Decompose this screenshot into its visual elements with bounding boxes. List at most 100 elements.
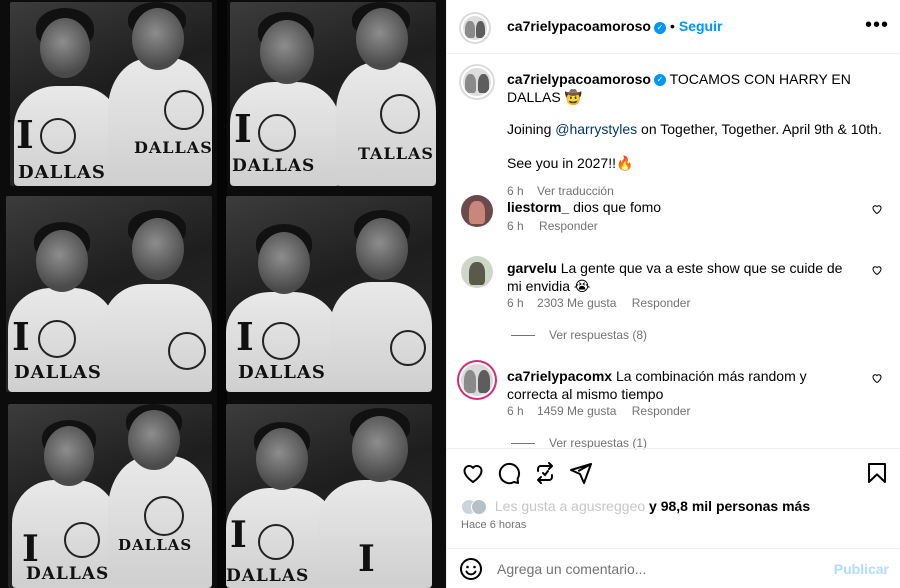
follow-button[interactable]: Seguir: [679, 18, 723, 34]
shirt-smiley: [164, 90, 204, 130]
comment-likes[interactable]: 1459 Me gusta: [537, 404, 616, 418]
post-header: ca7rielypacoamoroso ✓ • Seguir •••: [447, 0, 900, 54]
person-face: [260, 20, 314, 84]
comment-time[interactable]: 6 h: [507, 296, 524, 310]
caption-time[interactable]: 6 h: [507, 184, 524, 198]
caption-body: ca7rielypacoamoroso ✓ TOCAMOS CON HARRY E…: [507, 70, 887, 200]
shirt-city-text: DALLAS: [226, 566, 310, 586]
shirt-city-text: DALLAS: [18, 162, 106, 183]
post-panel: ca7rielypacoamoroso ✓ • Seguir ••• ca7riely…: [446, 0, 900, 588]
shirt-smiley: [144, 496, 184, 536]
emoji-icon[interactable]: [459, 557, 483, 581]
reply-button[interactable]: Responder: [539, 219, 598, 233]
shirt-right: [318, 480, 432, 588]
shirt-smiley: [258, 524, 294, 560]
author-username[interactable]: ca7rielypacoamoroso: [507, 18, 651, 34]
comment-author[interactable]: liestorm_: [507, 199, 569, 215]
reply-button[interactable]: Responder: [632, 404, 691, 418]
comment-heart-icon[interactable]: [871, 372, 883, 384]
photo-frame-6: I I DALLAS: [226, 404, 432, 588]
mention-link[interactable]: @harrystyles: [555, 121, 637, 137]
likes-faded-text: Les gusta a agusreggeo: [494, 498, 646, 514]
comment-heart-icon[interactable]: [871, 203, 883, 215]
translate-link[interactable]: Ver traducción: [537, 184, 614, 198]
shirt-city-text: DALLAS: [14, 362, 102, 383]
photo-frame-3: I DALLAS: [6, 196, 212, 392]
more-options-icon[interactable]: •••: [865, 14, 889, 37]
shirt-smiley: [64, 522, 100, 558]
separator-dot: •: [669, 18, 675, 34]
shirt-city-text: DALLAS: [26, 564, 110, 584]
shirt-letter: I: [358, 538, 375, 580]
shirt-letter: I: [236, 314, 254, 359]
comment-meta: 6 h 1459 Me gusta Responder: [507, 404, 690, 418]
shirt-city-text: TALLAS: [358, 144, 434, 163]
shirt-city-text: DALLAS: [134, 138, 212, 157]
person-face: [258, 232, 310, 294]
comment-author[interactable]: ca7rielypacomx: [507, 368, 612, 384]
photo-frame-1: I DALLAS DALLAS: [10, 2, 212, 186]
post-photo[interactable]: I DALLAS DALLAS I DALLAS TALLAS I DALLAS: [0, 0, 446, 588]
liker-avatar: [471, 499, 487, 516]
shirt-smiley: [258, 114, 296, 152]
comment-text: dios que fomo: [573, 199, 662, 215]
caption-author-avatar[interactable]: [461, 66, 493, 98]
caption-line-2-prefix: Joining: [507, 121, 556, 137]
author-avatar[interactable]: [461, 14, 489, 42]
photo-frame-2: I DALLAS TALLAS: [230, 2, 436, 186]
cowboy-emoji: 🤠: [564, 89, 583, 105]
view-replies-button[interactable]: Ver respuestas (8): [511, 328, 647, 342]
shirt-smiley: [168, 332, 206, 370]
shirt-city-text: DALLAS: [118, 536, 193, 554]
person-face: [356, 218, 408, 280]
comment-body: liestorm_ dios que fomo: [507, 198, 855, 216]
likes-count[interactable]: y 98,8 mil personas más: [649, 498, 810, 514]
comment-body: ca7rielypacomx La combinación más random…: [507, 367, 855, 403]
send-icon[interactable]: [569, 461, 593, 485]
view-replies-label: Ver respuestas (8): [549, 328, 648, 342]
caption-author[interactable]: ca7rielypacoamoroso: [507, 71, 651, 87]
comment-author[interactable]: garvelu: [507, 260, 557, 276]
comment-avatar[interactable]: [461, 195, 493, 227]
comment-body: garvelu La gente que va a este show que …: [507, 259, 855, 295]
person-face: [132, 8, 184, 70]
action-bar: [447, 448, 900, 496]
person-face: [40, 18, 90, 78]
verified-badge-icon: ✓: [653, 21, 666, 34]
comment-likes[interactable]: 2303 Me gusta: [537, 296, 616, 310]
fire-emoji: 🔥: [615, 155, 634, 171]
crying-emoji: 😭: [573, 278, 591, 294]
comment-text: La gente que va a este show que se cuide…: [507, 260, 843, 294]
verified-badge-icon: ✓: [653, 74, 666, 87]
shirt-smiley: [380, 94, 420, 134]
person-face: [36, 230, 88, 292]
comment-avatar[interactable]: [461, 364, 493, 396]
comment-input[interactable]: [497, 559, 837, 579]
comment-time[interactable]: 6 h: [507, 404, 524, 418]
replies-line: [511, 335, 535, 337]
comment-heart-icon[interactable]: [871, 264, 883, 276]
shirt-letter: I: [16, 112, 34, 157]
publish-button[interactable]: Publicar: [834, 561, 889, 577]
person-face: [132, 218, 184, 280]
person-face: [256, 428, 308, 490]
bookmark-icon[interactable]: [865, 461, 889, 485]
comment-meta: 6 h Responder: [507, 219, 598, 233]
shirt-city-text: DALLAS: [232, 156, 316, 176]
replies-line: [511, 443, 535, 445]
heart-icon[interactable]: [461, 461, 485, 485]
author-info: ca7rielypacoamoroso ✓ • Seguir: [507, 18, 722, 34]
reply-button[interactable]: Responder: [632, 296, 691, 310]
shirt-city-text: DALLAS: [238, 362, 326, 383]
post-time-ago[interactable]: Hace 6 horas: [461, 519, 526, 531]
comment-icon[interactable]: [497, 461, 521, 485]
photo-frame-4: I DALLAS: [226, 196, 432, 392]
likes-summary[interactable]: Les gusta a agusreggeo y 98,8 mil person…: [461, 498, 891, 516]
comment-composer: Publicar: [447, 548, 900, 588]
shirt-letter: I: [230, 514, 247, 556]
comment-avatar[interactable]: [461, 256, 493, 288]
caption-line-2-suffix: on Together, Together. April 9th & 10th.: [637, 121, 882, 137]
repost-icon[interactable]: [533, 461, 557, 485]
comment-time[interactable]: 6 h: [507, 219, 524, 233]
shirt-smiley: [390, 330, 426, 366]
